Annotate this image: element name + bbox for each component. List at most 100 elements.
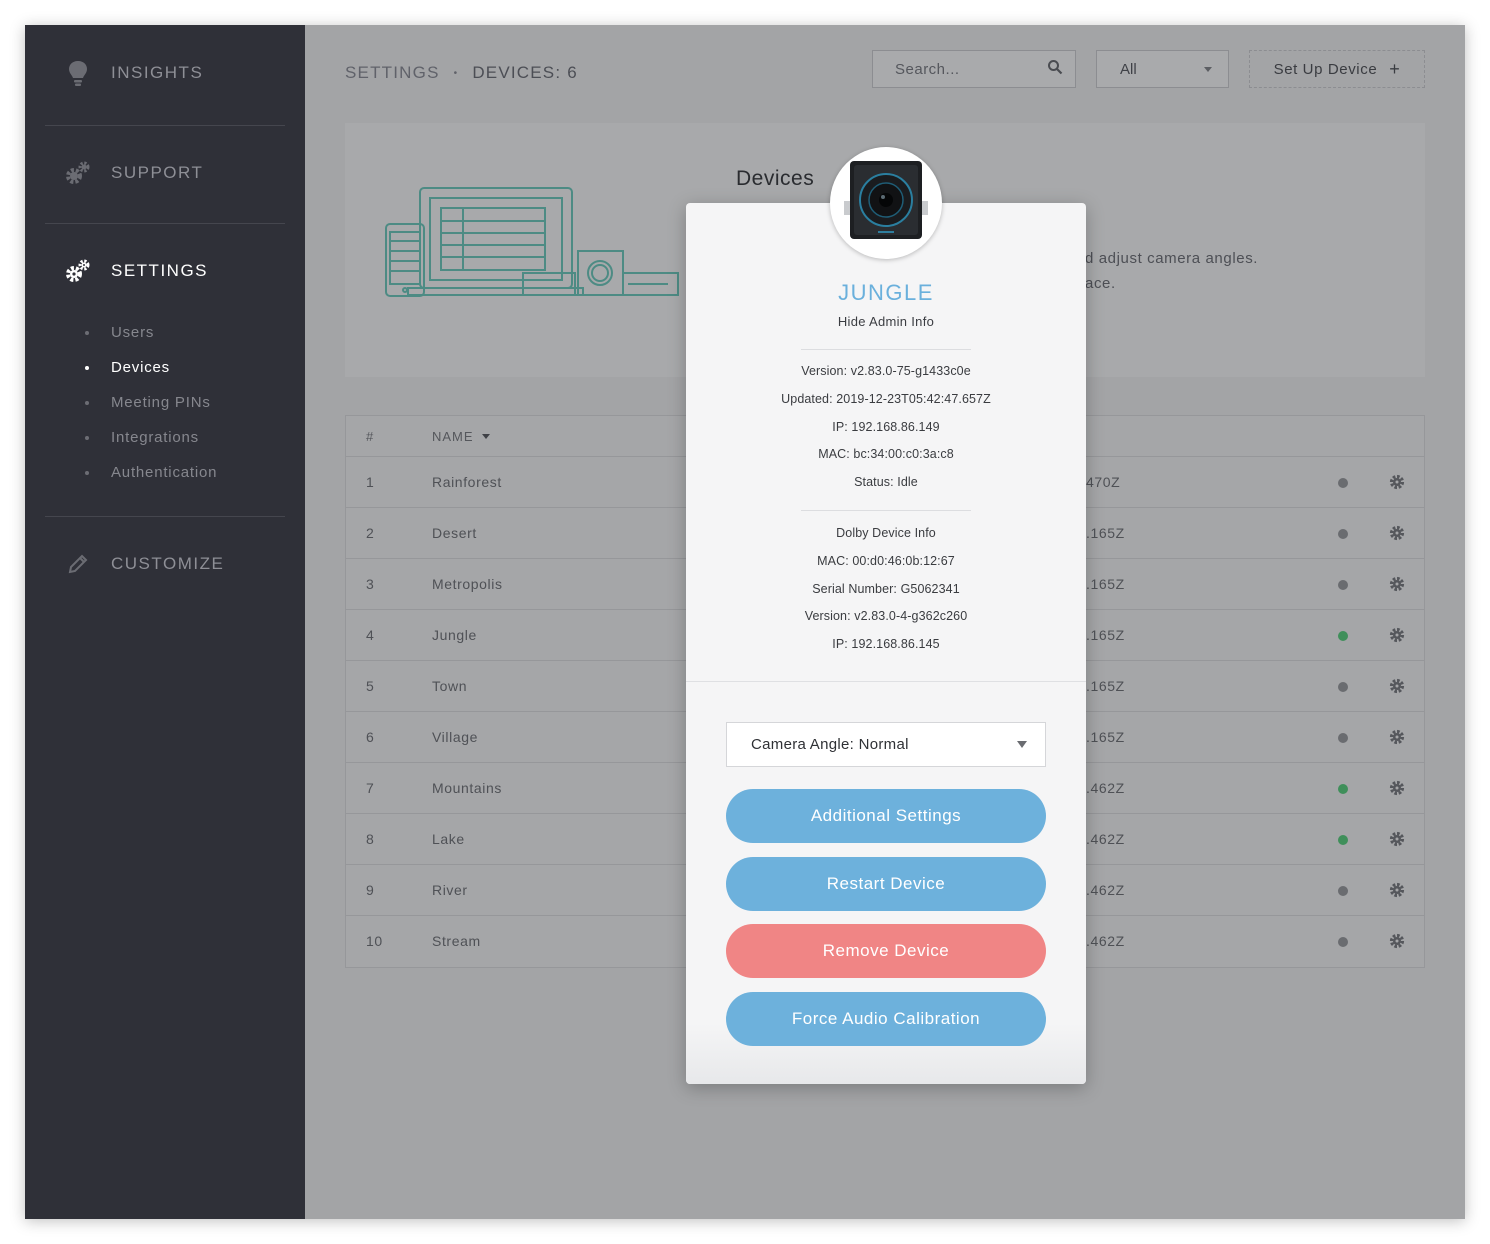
gear-icon[interactable] (1388, 626, 1406, 644)
gear-icon[interactable] (1388, 728, 1406, 746)
sidebar-item-label: SETTINGS (111, 261, 209, 280)
camera-angle-select[interactable]: Camera Angle: Normal (726, 722, 1046, 767)
gear-icon[interactable] (1388, 779, 1406, 797)
dolby-info-line: MAC: 00:d0:46:0b:12:67 (817, 553, 955, 568)
set-up-device-button[interactable]: Set Up Device + (1249, 50, 1425, 88)
gear-icon[interactable] (1388, 575, 1406, 593)
subnav-label: Authentication (111, 464, 218, 481)
status-dot-icon (1338, 937, 1348, 947)
breadcrumb-root[interactable]: SETTINGS (345, 63, 440, 83)
subnav-item-users[interactable]: Users (85, 315, 217, 350)
card-title: Devices (736, 167, 815, 190)
set-up-device-label: Set Up Device (1273, 60, 1378, 78)
admin-info-line: MAC: bc:34:00:c0:3a:c8 (818, 447, 954, 462)
admin-info-line: Updated: 2019-12-23T05:42:47.657Z (781, 391, 991, 406)
remove-device-button[interactable]: Remove Device (726, 924, 1046, 978)
device-name-cell: Rainforest (432, 474, 502, 490)
card-description: d adjust camera angles. (1085, 250, 1259, 267)
devices-illustration-icon (383, 181, 683, 306)
status-dot-icon (1338, 478, 1348, 488)
device-count: DEVICES: 6 (472, 63, 578, 82)
camera-device-icon (836, 151, 936, 256)
restart-device-button[interactable]: Restart Device (726, 857, 1046, 911)
sidebar-item-label: CUSTOMIZE (111, 554, 225, 573)
admin-info-line: Version: v2.83.0-75-g1433c0e (801, 364, 971, 378)
gear-icon[interactable] (1388, 881, 1406, 899)
device-detail-modal: JUNGLE Hide Admin Info Version: v2.83.0-… (686, 203, 1086, 1084)
last-updated-cell: .165Z (1086, 525, 1125, 541)
device-name-cell: Desert (432, 525, 477, 541)
status-dot-icon (1338, 886, 1348, 896)
last-updated-cell: .462Z (1086, 780, 1125, 796)
status-dot-icon (1338, 529, 1348, 539)
dolby-info-line: Dolby Device Info (836, 526, 936, 540)
sidebar-divider (45, 516, 285, 517)
sidebar-item-label: INSIGHTS (111, 63, 204, 82)
gear-icon[interactable] (1388, 677, 1406, 695)
search-input[interactable]: Search... (872, 50, 1076, 88)
bullet-icon (85, 470, 89, 475)
modal-divider (801, 510, 971, 511)
column-header-name[interactable]: NAME (432, 429, 490, 444)
admin-info-line: IP: 192.168.86.149 (832, 419, 940, 434)
sidebar-item-label: SUPPORT (111, 163, 204, 182)
row-number: 1 (366, 474, 375, 490)
hide-admin-info-link[interactable]: Hide Admin Info (686, 314, 1086, 329)
admin-info-list: Version: v2.83.0-75-g1433c0e Updated: 201… (686, 358, 1086, 497)
row-number: 4 (366, 627, 375, 643)
app-window: INSIGHTS SUPPORT SETTINGS Users Devices … (25, 25, 1465, 1219)
filter-value: All (1120, 60, 1137, 78)
row-number: 10 (366, 933, 383, 949)
device-name-cell: Lake (432, 831, 465, 847)
modal-info-section: JUNGLE Hide Admin Info Version: v2.83.0-… (686, 203, 1086, 682)
device-name-cell: Stream (432, 933, 481, 949)
row-number: 9 (366, 882, 375, 898)
device-name-cell: Metropolis (432, 576, 503, 592)
device-name-cell: River (432, 882, 468, 898)
last-updated-cell: .462Z (1086, 831, 1125, 847)
device-name-cell: Village (432, 729, 478, 745)
last-updated-cell: .165Z (1086, 576, 1125, 592)
row-number: 2 (366, 525, 375, 541)
gears-icon (65, 258, 91, 284)
subnav-item-devices[interactable]: Devices (85, 350, 217, 385)
status-dot-icon (1338, 580, 1348, 590)
status-dot-icon (1338, 631, 1348, 641)
subnav-item-meeting-pins[interactable]: Meeting PINs (85, 385, 217, 420)
device-avatar (830, 147, 942, 259)
sidebar-item-settings[interactable]: SETTINGS (65, 251, 208, 291)
gear-icon[interactable] (1388, 932, 1406, 950)
breadcrumb-separator: • (453, 67, 459, 79)
dolby-info-line: Version: v2.83.0-4-g362c260 (804, 609, 968, 624)
subnav-label: Integrations (111, 429, 199, 446)
card-description: ace. (1085, 275, 1116, 292)
status-dot-icon (1338, 682, 1348, 692)
last-updated-cell: .165Z (1086, 678, 1125, 694)
subnav-item-authentication[interactable]: Authentication (85, 455, 217, 490)
filter-select[interactable]: All (1096, 50, 1229, 88)
sidebar-item-customize[interactable]: CUSTOMIZE (65, 544, 224, 584)
bullet-icon (85, 400, 89, 405)
sidebar-item-insights[interactable]: INSIGHTS (65, 53, 203, 93)
device-name: JUNGLE (838, 280, 934, 305)
column-header-number: # (366, 429, 375, 444)
bullet-icon (85, 435, 89, 440)
additional-settings-button[interactable]: Additional Settings (726, 789, 1046, 843)
search-placeholder: Search... (895, 60, 960, 78)
admin-info-line: Status: Idle (854, 475, 918, 490)
force-audio-calibration-button[interactable]: Force Audio Calibration (726, 992, 1046, 1046)
subnav-label: Users (111, 324, 155, 341)
gears-icon (65, 160, 91, 186)
row-number: 6 (366, 729, 375, 745)
subnav-item-integrations[interactable]: Integrations (85, 420, 217, 455)
subnav-label: Meeting PINs (111, 394, 211, 411)
settings-subnav: Users Devices Meeting PINs Integrations … (85, 315, 217, 490)
last-updated-cell: .462Z (1086, 882, 1125, 898)
sidebar-item-support[interactable]: SUPPORT (65, 153, 203, 193)
gear-icon[interactable] (1388, 830, 1406, 848)
gear-icon[interactable] (1388, 524, 1406, 542)
dolby-info-line: Serial Number: G5062341 (812, 581, 960, 596)
sidebar-divider (45, 125, 285, 126)
dolby-info-line: IP: 192.168.86.145 (832, 637, 940, 652)
gear-icon[interactable] (1388, 473, 1406, 491)
